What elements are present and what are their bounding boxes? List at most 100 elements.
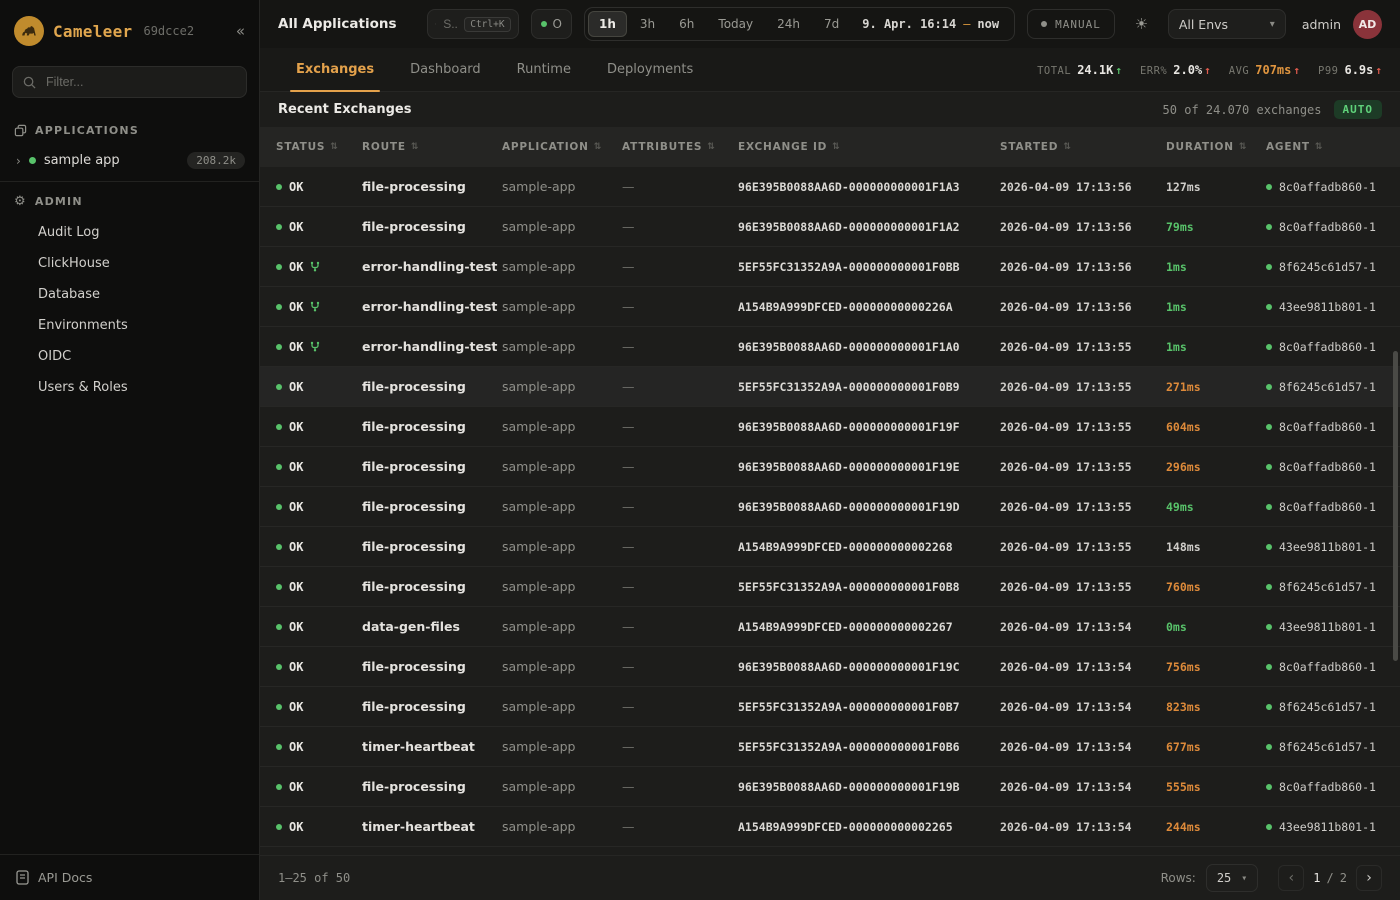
column-header-application[interactable]: APPLICATION⇅	[502, 141, 622, 153]
agent-status-dot	[1266, 464, 1272, 470]
table-row[interactable]: OK data-gen-files sample-app — A154B9A99…	[260, 607, 1400, 647]
column-header-status[interactable]: STATUS⇅	[276, 141, 362, 153]
sidebar-item-clickhouse[interactable]: ClickHouse	[0, 248, 259, 279]
duration-cell: 127ms	[1166, 180, 1266, 194]
table-row[interactable]: OK error-handling-test sample-app — A154…	[260, 287, 1400, 327]
api-docs-link[interactable]: API Docs	[0, 854, 259, 900]
attributes-cell: —	[622, 379, 738, 394]
manual-refresh-button[interactable]: MANUAL	[1027, 9, 1115, 39]
agent-status-dot	[1266, 304, 1272, 310]
expand-chevron-icon[interactable]: ›	[16, 154, 21, 168]
time-range-6h[interactable]: 6h	[668, 11, 705, 37]
table-row[interactable]: OK file-processing sample-app — A154B9A9…	[260, 527, 1400, 567]
column-header-started[interactable]: STARTED⇅	[1000, 141, 1166, 153]
status-cell: OK	[276, 580, 362, 594]
route-cell: data-gen-files	[362, 619, 502, 634]
time-range-24h[interactable]: 24h	[766, 11, 811, 37]
attributes-cell: —	[622, 699, 738, 714]
table-row[interactable]: OK error-handling-test sample-app — 96E3…	[260, 327, 1400, 367]
table-row[interactable]: OK file-processing sample-app — 5EF55FC3…	[260, 687, 1400, 727]
started-cell: 2026-04-09 17:13:54	[1000, 740, 1166, 754]
agent-status-dot	[1266, 504, 1272, 510]
column-header-duration[interactable]: DURATION⇅	[1166, 141, 1266, 153]
tab-exchanges[interactable]: Exchanges	[278, 48, 392, 91]
date-range[interactable]: 9. Apr. 16:14 – now	[852, 17, 1011, 31]
tab-runtime[interactable]: Runtime	[499, 48, 589, 91]
time-range-7d[interactable]: 7d	[813, 11, 850, 37]
agent-cell: 8c0affadb860-1	[1266, 420, 1384, 434]
sort-icon: ⇅	[1063, 142, 1071, 152]
sidebar-item-environments[interactable]: Environments	[0, 310, 259, 341]
column-header-agent[interactable]: AGENT⇅	[1266, 141, 1384, 153]
filter-input[interactable]	[44, 74, 236, 90]
started-cell: 2026-04-09 17:13:55	[1000, 420, 1166, 434]
table-row[interactable]: OK file-processing sample-app — 96E395B0…	[260, 647, 1400, 687]
sidebar-item-oidc[interactable]: OIDC	[0, 341, 259, 372]
agent-cell: 43ee9811b801-1	[1266, 620, 1384, 634]
table-row[interactable]: OK timer-heartbeat sample-app — 5EF55FC3…	[260, 727, 1400, 767]
route-cell: file-processing	[362, 379, 502, 394]
rows-per-page-select[interactable]: 25 ▾	[1206, 864, 1258, 892]
app-count-badge: 208.2k	[187, 152, 245, 169]
status-cell: OK	[276, 740, 362, 754]
tab-dashboard[interactable]: Dashboard	[392, 48, 499, 91]
route-cell: file-processing	[362, 419, 502, 434]
next-page-button[interactable]: ›	[1356, 865, 1382, 891]
table-row[interactable]: OK timer-heartbeat sample-app — A154B9A9…	[260, 807, 1400, 847]
page-title: All Applications	[278, 16, 397, 32]
table-row[interactable]: OK file-processing sample-app — 96E395B0…	[260, 487, 1400, 527]
table-row[interactable]: OK file-processing sample-app — 96E395B0…	[260, 167, 1400, 207]
exchange-id-cell: 96E395B0088AA6D-000000000001F1A0	[738, 340, 1000, 354]
user-avatar[interactable]: AD	[1353, 10, 1382, 39]
exchange-id-cell: A154B9A999DFCED-00000000000226A	[738, 300, 1000, 314]
application-cell: sample-app	[502, 299, 622, 314]
prev-page-button[interactable]: ‹	[1278, 865, 1304, 891]
sidebar-item-database[interactable]: Database	[0, 279, 259, 310]
environment-select[interactable]: All Envs ▾	[1168, 9, 1286, 39]
table-row[interactable]: OK file-processing sample-app — 96E395B0…	[260, 407, 1400, 447]
theme-toggle-button[interactable]: ☀	[1127, 9, 1156, 39]
sidebar-collapse-icon[interactable]: «	[236, 22, 245, 40]
table-row[interactable]: OK error-handling-test sample-app — 5EF5…	[260, 247, 1400, 287]
table-row[interactable]: OK file-processing sample-app — 96E395B0…	[260, 447, 1400, 487]
time-range-3h[interactable]: 3h	[629, 11, 666, 37]
tab-deployments[interactable]: Deployments	[589, 48, 711, 91]
sidebar-item-audit-log[interactable]: Audit Log	[0, 217, 259, 248]
sidebar-item-sample-app[interactable]: › sample app 208.2k	[0, 145, 259, 181]
column-header-exchange-id[interactable]: EXCHANGE ID⇅	[738, 141, 1000, 153]
attributes-cell: —	[622, 259, 738, 274]
app-status-dot	[29, 157, 36, 164]
global-search[interactable]: Ctrl+K	[427, 9, 519, 39]
exchange-id-cell: A154B9A999DFCED-000000000002265	[738, 820, 1000, 834]
sidebar-filter[interactable]	[12, 66, 247, 98]
exchange-id-cell: 96E395B0088AA6D-000000000001F19E	[738, 460, 1000, 474]
attributes-cell: —	[622, 459, 738, 474]
column-header-route[interactable]: ROUTE⇅	[362, 141, 502, 153]
application-cell: sample-app	[502, 459, 622, 474]
scrollbar[interactable]	[1393, 351, 1398, 661]
table-row[interactable]: OK file-processing sample-app — 5EF55FC3…	[260, 367, 1400, 407]
column-header-attributes[interactable]: ATTRIBUTES⇅	[622, 141, 738, 153]
auto-refresh-badge[interactable]: AUTO	[1334, 100, 1383, 119]
list-bar-right: 50 of 24.070 exchanges AUTO	[1163, 100, 1382, 119]
route-cell: file-processing	[362, 579, 502, 594]
exchange-id-cell: 5EF55FC31352A9A-000000000001F0B8	[738, 580, 1000, 594]
online-status-pill[interactable]: O	[531, 9, 572, 39]
status-cell: OK	[276, 460, 362, 474]
time-range-1h[interactable]: 1h	[588, 11, 627, 37]
time-range-today[interactable]: Today	[707, 11, 764, 37]
status-ok-dot	[276, 664, 282, 670]
fork-icon	[310, 301, 320, 312]
duration-cell: 677ms	[1166, 740, 1266, 754]
started-cell: 2026-04-09 17:13:54	[1000, 780, 1166, 794]
table-row[interactable]: OK file-processing sample-app — 96E395B0…	[260, 207, 1400, 247]
table-body: OK file-processing sample-app — 96E395B0…	[260, 167, 1400, 847]
table-row[interactable]: OK file-processing sample-app — 96E395B0…	[260, 767, 1400, 807]
sidebar-item-users-roles[interactable]: Users & Roles	[0, 372, 259, 403]
duration-cell: 823ms	[1166, 700, 1266, 714]
sort-icon: ⇅	[594, 142, 602, 152]
duration-cell: 271ms	[1166, 380, 1266, 394]
search-input[interactable]	[441, 16, 459, 32]
table-row[interactable]: OK file-processing sample-app — 5EF55FC3…	[260, 567, 1400, 607]
exchange-id-cell: 96E395B0088AA6D-000000000001F1A2	[738, 220, 1000, 234]
